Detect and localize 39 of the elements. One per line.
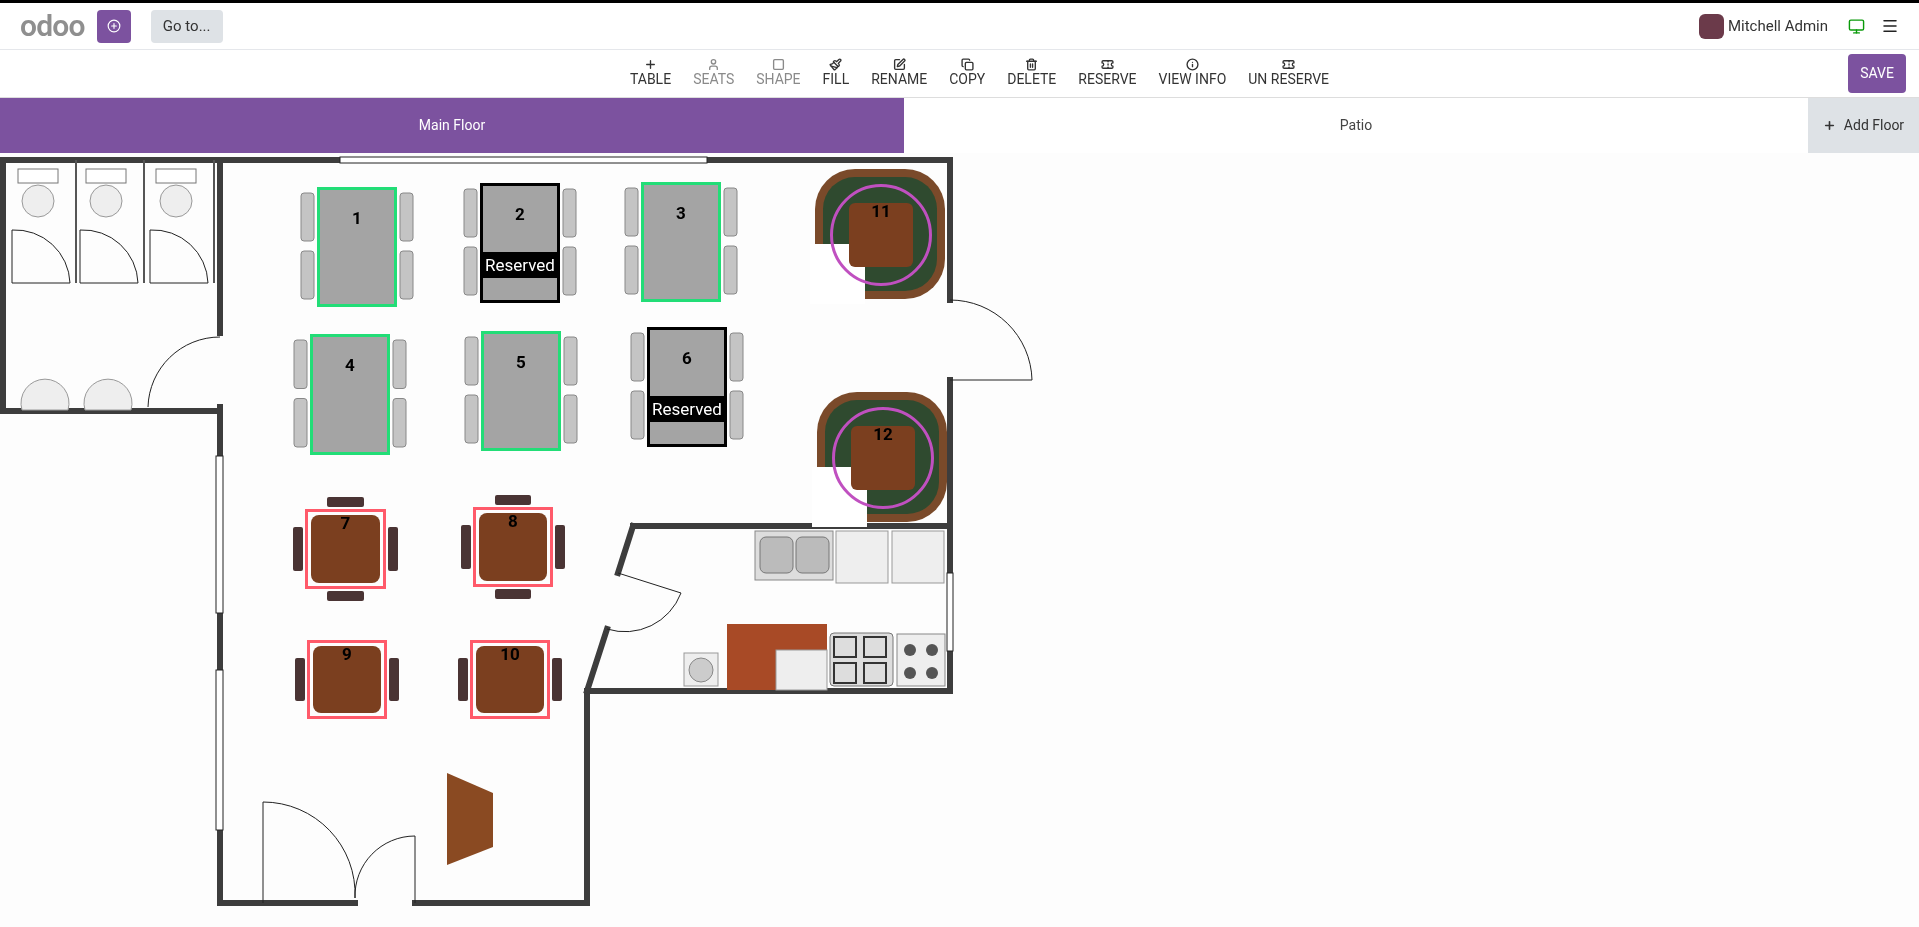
toolbar-button[interactable]: COPY — [949, 58, 986, 89]
table-number: 2 — [515, 206, 525, 223]
user-name[interactable]: Mitchell Admin — [1727, 14, 1828, 38]
table-number: 1 — [352, 210, 362, 227]
toolbar-button[interactable]: TABLE — [629, 58, 672, 89]
table-number: 3 — [676, 205, 686, 222]
table-number: 9 — [342, 646, 352, 663]
table-number: 6 — [682, 350, 692, 367]
table-number: 10 — [500, 646, 520, 663]
table-marker[interactable]: 4 — [310, 334, 390, 455]
reserved-label: Reserved — [650, 396, 724, 423]
save-button[interactable]: SAVE — [1848, 54, 1906, 93]
toolbar-button[interactable]: RENAME — [871, 58, 928, 89]
goto-button[interactable]: Go to... — [150, 9, 223, 43]
plus-icon — [1822, 119, 1836, 132]
avatar — [1698, 13, 1724, 39]
toolbar-button[interactable]: VIEW INFO — [1158, 58, 1227, 89]
add-floor-button[interactable]: Add Floor — [1808, 98, 1919, 153]
table-number: 8 — [508, 513, 518, 530]
table-number: 12 — [873, 426, 893, 443]
table-number: 7 — [340, 515, 351, 532]
plus-icon — [106, 19, 121, 33]
table-marker[interactable]: 1 — [317, 187, 397, 307]
new-button[interactable] — [96, 9, 131, 43]
table-marker[interactable]: 2 Reserved — [480, 183, 560, 303]
table-marker[interactable]: 6 Reserved — [647, 327, 727, 447]
toolbar-button[interactable]: UN RESERVE — [1248, 58, 1330, 89]
toolbar-button[interactable]: RESERVE — [1078, 58, 1137, 89]
table-number: 4 — [345, 357, 355, 374]
table-marker[interactable]: 5 — [481, 331, 561, 451]
table-marker[interactable]: 3 — [641, 182, 721, 302]
table-number: 11 — [871, 203, 891, 220]
floor-tab[interactable]: Main Floor — [0, 98, 904, 153]
monitor-icon[interactable] — [1848, 17, 1865, 35]
menu-icon[interactable] — [1881, 17, 1899, 35]
reserved-label: Reserved — [483, 252, 557, 279]
table-number: 5 — [516, 354, 526, 371]
toolbar-button[interactable]: DELETE — [1007, 58, 1057, 89]
toolbar-button[interactable]: FILL — [822, 58, 850, 89]
